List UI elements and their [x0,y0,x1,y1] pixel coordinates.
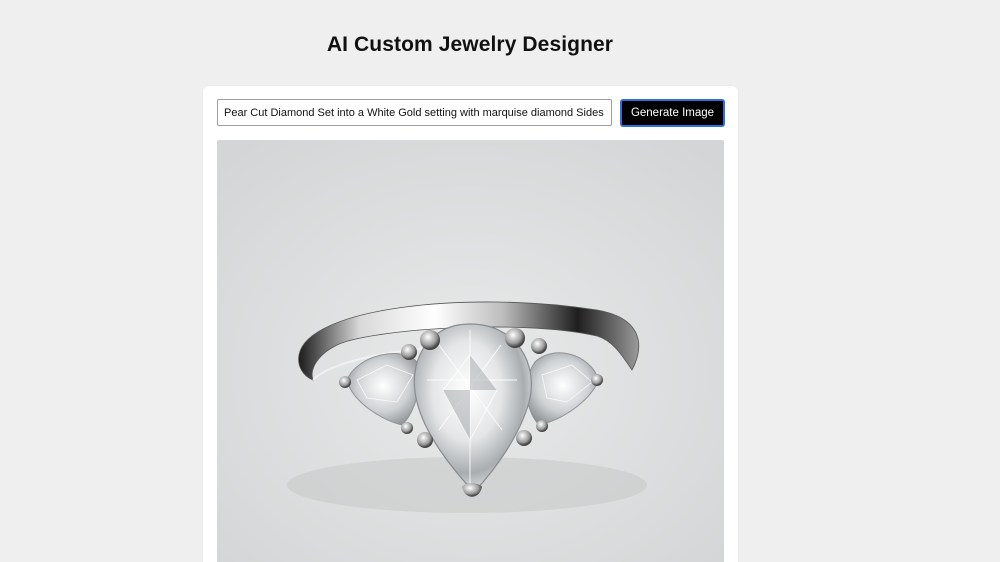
page-title: AI Custom Jewelry Designer [326,33,614,56]
generate-image-button[interactable]: Generate Image [620,99,725,127]
prompt-input[interactable] [217,99,612,126]
generated-ring-image [217,140,724,562]
generator-card: Generate Image [203,86,738,562]
page: AI Custom Jewelry Designer Generate Imag… [0,0,1000,562]
ring-illustration [217,140,724,562]
